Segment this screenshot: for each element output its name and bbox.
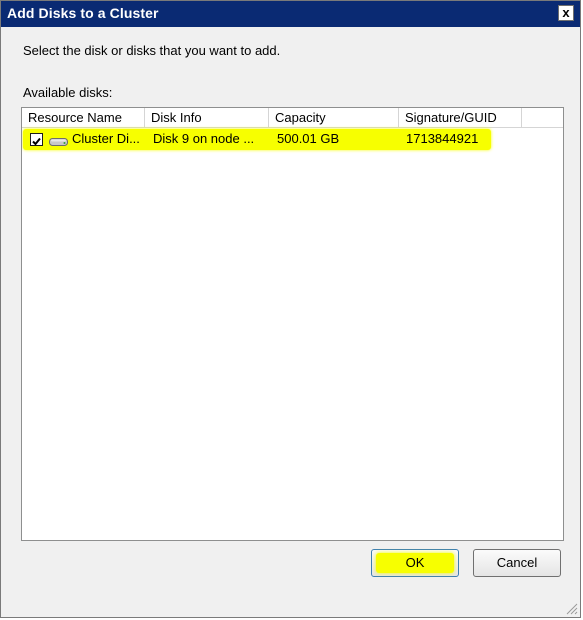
available-disks-list[interactable]: Resource Name Disk Info Capacity Signatu… xyxy=(21,107,564,541)
title-bar[interactable]: Add Disks to a Cluster x xyxy=(1,1,580,27)
available-disks-label: Available disks: xyxy=(23,85,113,100)
table-row[interactable]: Cluster Di... Disk 9 on node ... 500.01 … xyxy=(23,129,491,150)
close-icon: x xyxy=(562,5,570,20)
instruction-text: Select the disk or disks that you want t… xyxy=(23,43,281,58)
ok-button[interactable]: OK xyxy=(371,549,459,577)
column-header-signature-guid[interactable]: Signature/GUID xyxy=(399,108,522,127)
cell-signature-guid: 1713844921 xyxy=(406,131,479,146)
cell-resource-name: Cluster Di... xyxy=(72,131,140,146)
column-header-disk-info[interactable]: Disk Info xyxy=(145,108,269,127)
column-header-capacity[interactable]: Capacity xyxy=(269,108,399,127)
row-checkbox[interactable] xyxy=(30,133,43,146)
cell-capacity: 500.01 GB xyxy=(277,131,340,146)
disk-icon xyxy=(49,134,69,152)
ok-label: OK xyxy=(405,555,425,570)
checkmark-icon xyxy=(32,137,41,146)
resize-grip-icon[interactable] xyxy=(564,601,578,615)
add-disks-dialog: Add Disks to a Cluster x Select the disk… xyxy=(0,0,581,618)
cell-disk-info: Disk 9 on node ... xyxy=(153,131,255,146)
close-button[interactable]: x xyxy=(558,5,574,21)
column-header-resource-name[interactable]: Resource Name xyxy=(22,108,145,127)
column-header-filler xyxy=(522,108,563,127)
cancel-button[interactable]: Cancel xyxy=(473,549,561,577)
window-title: Add Disks to a Cluster xyxy=(7,5,159,21)
list-header: Resource Name Disk Info Capacity Signatu… xyxy=(22,108,563,128)
